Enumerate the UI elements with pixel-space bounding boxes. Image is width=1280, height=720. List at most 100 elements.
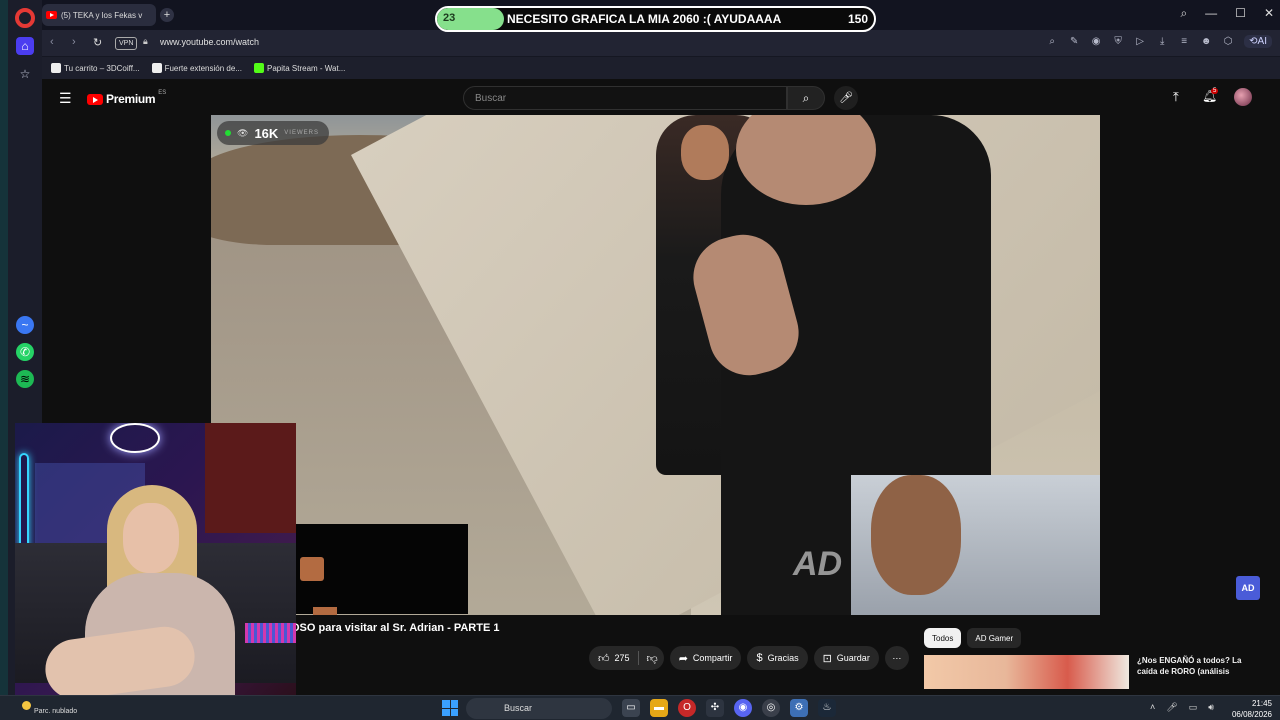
tab-title: (5) TEKA y los Fekas v	[61, 10, 143, 20]
file-explorer-icon[interactable]: ▬	[650, 699, 668, 717]
url-field[interactable]: www.youtube.com/watch	[160, 37, 259, 47]
search-page-icon[interactable]: ⌕	[1046, 36, 1058, 47]
address-bar: ‹ › ↻ VPN 🔒︎ www.youtube.com/watch ⌕ ✎ ◉…	[42, 30, 1280, 57]
opera-taskbar-icon[interactable]: O	[678, 699, 696, 717]
more-icon: ⋯	[892, 652, 902, 663]
channel-logo-corner: AD	[1236, 576, 1260, 600]
eye-icon: 👁︎	[237, 127, 249, 138]
address-tools: ⌕ ✎ ◉ ⛨ ▷ ⤓ ≡ ☻ ⬡ ⟲AI	[1046, 35, 1272, 48]
chip-all[interactable]: Todos	[924, 628, 962, 648]
bookmark-item[interactable]: Tu carrito – 3DCoiff...	[51, 63, 140, 73]
like-count[interactable]: 275	[615, 653, 630, 663]
ai-button[interactable]: ⟲AI	[1244, 35, 1272, 48]
goal-max: 150	[847, 12, 868, 26]
star-icon[interactable]: ☆	[16, 65, 34, 83]
network-icon[interactable]: ▭	[1189, 702, 1198, 713]
extensions-icon[interactable]: ⬡	[1222, 36, 1234, 47]
task-view-icon[interactable]: ▭	[622, 699, 640, 717]
reload-icon[interactable]: ↻	[93, 36, 102, 49]
obs-icon[interactable]: ✣	[706, 699, 724, 717]
obs-studio-icon[interactable]: ◎	[762, 699, 780, 717]
taskbar-apps: ▭ ▬ O ✣ ◉ ◎ ⚙ ♨	[622, 699, 836, 717]
search-button[interactable]: ⌕	[787, 86, 825, 110]
discord-icon[interactable]: ◉	[734, 699, 752, 717]
download-icon[interactable]: ⤓	[1156, 36, 1168, 47]
opera-logo-icon[interactable]	[15, 8, 35, 28]
divider	[637, 651, 639, 665]
forward-icon[interactable]: ›	[72, 36, 76, 48]
bookmark-item[interactable]: Fuerte extensión de...	[151, 63, 242, 73]
window-controls: ⌕ — ☐ ✕	[1180, 6, 1274, 21]
bookmarks-bar: Tu carrito – 3DCoiff... Fuerte extensión…	[42, 57, 1280, 79]
weather-icon[interactable]	[22, 701, 31, 710]
edit-icon[interactable]: ✎	[1068, 36, 1080, 47]
avatar[interactable]	[1234, 88, 1252, 106]
like-icon[interactable]: 👍︎	[598, 652, 610, 665]
volume-icon[interactable]: 🔊︎	[1208, 702, 1214, 713]
start-button[interactable]	[442, 700, 458, 716]
system-tray: ˄ 🎤︎ ▭ 🔊︎	[1150, 702, 1214, 713]
close-icon[interactable]: ✕	[1264, 6, 1274, 21]
home-icon[interactable]: ⌂	[16, 37, 34, 55]
new-tab-button[interactable]: +	[160, 8, 174, 22]
vpn-badge[interactable]: VPN	[115, 37, 138, 50]
chip-channel[interactable]: AD Gamer	[967, 628, 1022, 648]
bookmark-favicon-icon	[151, 63, 162, 73]
thanks-icon: $	[756, 652, 763, 664]
tray-chevron-icon[interactable]: ˄	[1150, 702, 1155, 713]
kick-favicon-icon	[253, 63, 264, 73]
taskbar-search-input[interactable]: Buscar	[466, 698, 612, 719]
watermark-logo: AD	[793, 545, 843, 583]
spotify-icon[interactable]: ≋	[16, 370, 34, 388]
whatsapp-icon[interactable]: ✆	[16, 343, 34, 361]
save-button[interactable]: ⊡ Guardar	[813, 646, 879, 670]
video-inset-face	[871, 475, 961, 595]
share-button[interactable]: ➦ Compartir	[669, 646, 742, 670]
thanks-button[interactable]: $ Gracias	[747, 646, 808, 670]
clock-date: 06/08/2026	[1231, 710, 1272, 719]
play-icon[interactable]: ▷	[1134, 36, 1146, 47]
bookmark-favicon-icon	[51, 63, 61, 73]
recommendation-thumbnail[interactable]	[924, 655, 1129, 689]
youtube-header: ☰ Premium ES Buscar ⌕ 🎤︎ ⤒ 🔔︎ 5	[42, 79, 1280, 115]
weather-text[interactable]: Parc. nublado	[34, 708, 77, 715]
viewer-counter: 👁︎ 16K VIEWERS	[217, 121, 329, 145]
video-title: OSO para visitar al Sr. Adrian - PARTE 1	[291, 622, 500, 634]
recommendation-title[interactable]: ¿Nos ENGAÑÓ a todos? La caída de RORO (a…	[1137, 655, 1257, 689]
minimize-icon[interactable]: —	[1205, 6, 1217, 21]
settings-icon[interactable]: ⚙	[790, 699, 808, 717]
back-icon[interactable]: ‹	[50, 36, 54, 48]
facecam-neon-planet	[110, 423, 160, 453]
video-actions: 👍︎ 275 👎︎ ➦ Compartir $ Gracias ⊡ Guarda…	[589, 646, 909, 670]
save-label: Guardar	[836, 653, 870, 663]
camera-icon[interactable]: ◉	[1090, 36, 1102, 47]
emote-image	[300, 557, 324, 581]
steam-icon[interactable]: ♨	[818, 699, 836, 717]
messenger-icon[interactable]: ~	[16, 316, 34, 334]
tray-mic-icon[interactable]: 🎤︎	[1166, 702, 1177, 713]
microphone-icon: 🎤︎	[839, 92, 853, 104]
maximize-icon[interactable]: ☐	[1235, 6, 1246, 21]
emote-image	[313, 607, 337, 615]
youtube-logo[interactable]: Premium ES	[87, 90, 166, 106]
search-input[interactable]: Buscar	[463, 86, 787, 110]
browser-search-icon[interactable]: ⌕	[1180, 6, 1187, 21]
tab-youtube[interactable]: (5) TEKA y los Fekas v	[42, 4, 156, 26]
viewer-label: VIEWERS	[284, 130, 319, 136]
clock-time: 21:45	[1251, 699, 1272, 708]
shield-icon[interactable]: ⛨	[1112, 36, 1124, 47]
profile-icon[interactable]: ☻	[1200, 36, 1212, 47]
facecam-streamer-face	[123, 503, 179, 573]
bookmark-item[interactable]: Papita Stream - Wat...	[253, 63, 345, 73]
voice-search-button[interactable]: 🎤︎	[834, 86, 858, 110]
facecam-background	[205, 423, 296, 533]
like-dislike-group: 👍︎ 275 👎︎	[589, 646, 664, 670]
recommendation-chips: Todos AD Gamer	[924, 628, 1022, 648]
menu-icon[interactable]: ≡	[1178, 36, 1190, 47]
hamburger-menu-icon[interactable]: ☰	[59, 90, 72, 107]
dislike-icon[interactable]: 👎︎	[647, 652, 658, 665]
lock-icon[interactable]: 🔒︎	[143, 36, 148, 47]
taskbar-clock[interactable]: 21:45 06/08/2026	[1228, 698, 1272, 720]
upload-icon[interactable]: ⤒	[1173, 89, 1179, 105]
more-actions-button[interactable]: ⋯	[884, 646, 909, 670]
